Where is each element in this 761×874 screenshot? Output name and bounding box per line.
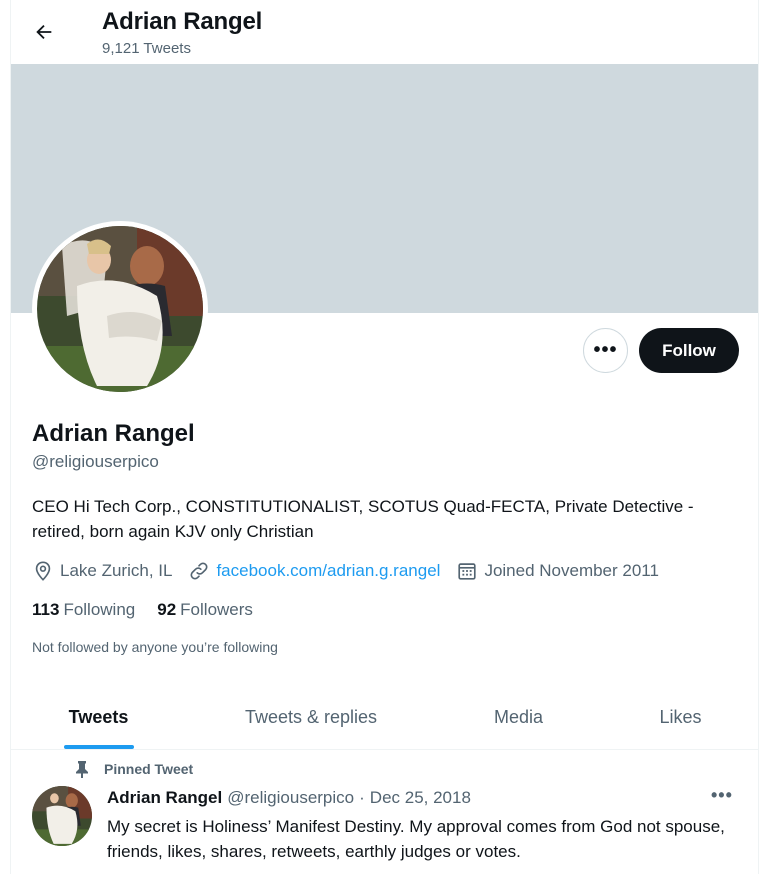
pinned-indicator: Pinned Tweet: [74, 760, 193, 778]
tweet-author-handle[interactable]: @religiouserpico: [227, 788, 354, 808]
profile-bio: CEO Hi Tech Corp., CONSTITUTIONALIST, SC…: [32, 497, 694, 541]
location-text: Lake Zurich, IL: [60, 561, 173, 580]
tab-label: Media: [493, 706, 544, 727]
follow-button[interactable]: Follow: [639, 328, 739, 373]
tweet-header: Adrian Rangel @religiouserpico · Dec 25,…: [107, 788, 471, 808]
profile-tabs: Tweets Tweets & replies Media Likes: [11, 684, 758, 750]
location-item: Lake Zurich, IL: [32, 560, 172, 582]
arrow-left-icon: [36, 24, 52, 40]
pinned-tweet[interactable]: Pinned Tweet Adrian Rangel @religiouserp…: [11, 751, 758, 874]
calendar-icon: [458, 563, 477, 580]
profile-column: Adrian Rangel 9,121 Tweets ••• Follow Ad…: [10, 0, 759, 874]
tab-label: Tweets & replies: [244, 706, 378, 727]
profile-name: Adrian Rangel: [32, 420, 195, 447]
followers-link[interactable]: 92 Followers: [157, 600, 253, 620]
tab-tweets-replies[interactable]: Tweets & replies: [186, 684, 436, 750]
tab-tweets[interactable]: Tweets: [11, 684, 186, 750]
tweet-author-avatar[interactable]: [32, 786, 92, 846]
follow-stats: 113 Following 92 Followers: [32, 600, 275, 620]
following-link[interactable]: 113 Following: [32, 600, 135, 620]
tweet-separator: ·: [359, 788, 365, 807]
tweet-count: 9,121 Tweets: [102, 40, 191, 57]
website-item: facebook.com/adrian.g.rangel: [188, 560, 440, 582]
active-tab-indicator: [63, 745, 134, 749]
following-count: 113: [32, 600, 60, 619]
pinned-label: Pinned Tweet: [104, 761, 194, 777]
link-icon: [190, 562, 208, 580]
tab-likes[interactable]: Likes: [601, 684, 758, 750]
profile-avatar[interactable]: [32, 221, 208, 397]
tab-label: Tweets: [68, 706, 129, 727]
profile-handle: @religiouserpico: [32, 452, 159, 471]
joined-item: Joined November 2011: [456, 560, 659, 582]
tab-label: Likes: [659, 706, 702, 727]
not-followed-notice: Not followed by anyone you’re following: [32, 639, 278, 655]
tweet-date[interactable]: Dec 25, 2018: [370, 788, 471, 808]
tweet-text: My secret is Holiness’ Manifest Destiny.…: [107, 817, 725, 861]
tab-media[interactable]: Media: [436, 684, 601, 750]
avatar-photo: [32, 786, 92, 846]
location-pin-icon: [35, 561, 51, 581]
tweet-more-button[interactable]: •••: [711, 785, 733, 806]
following-label: Following: [63, 600, 136, 619]
pin-icon: [76, 761, 88, 778]
top-bar: Adrian Rangel 9,121 Tweets: [11, 0, 758, 64]
joined-text: Joined November 2011: [484, 561, 659, 580]
followers-label: Followers: [180, 600, 253, 619]
avatar-photo: [37, 226, 203, 392]
header-title: Adrian Rangel: [102, 8, 263, 35]
tweet-author-name[interactable]: Adrian Rangel: [107, 788, 222, 808]
website-link[interactable]: facebook.com/adrian.g.rangel: [216, 561, 440, 581]
back-button[interactable]: [25, 13, 63, 51]
followers-count: 92: [157, 600, 177, 619]
more-options-button[interactable]: •••: [583, 328, 628, 373]
profile-meta: Lake Zurich, IL facebook.com/adrian.g.ra…: [32, 559, 675, 583]
